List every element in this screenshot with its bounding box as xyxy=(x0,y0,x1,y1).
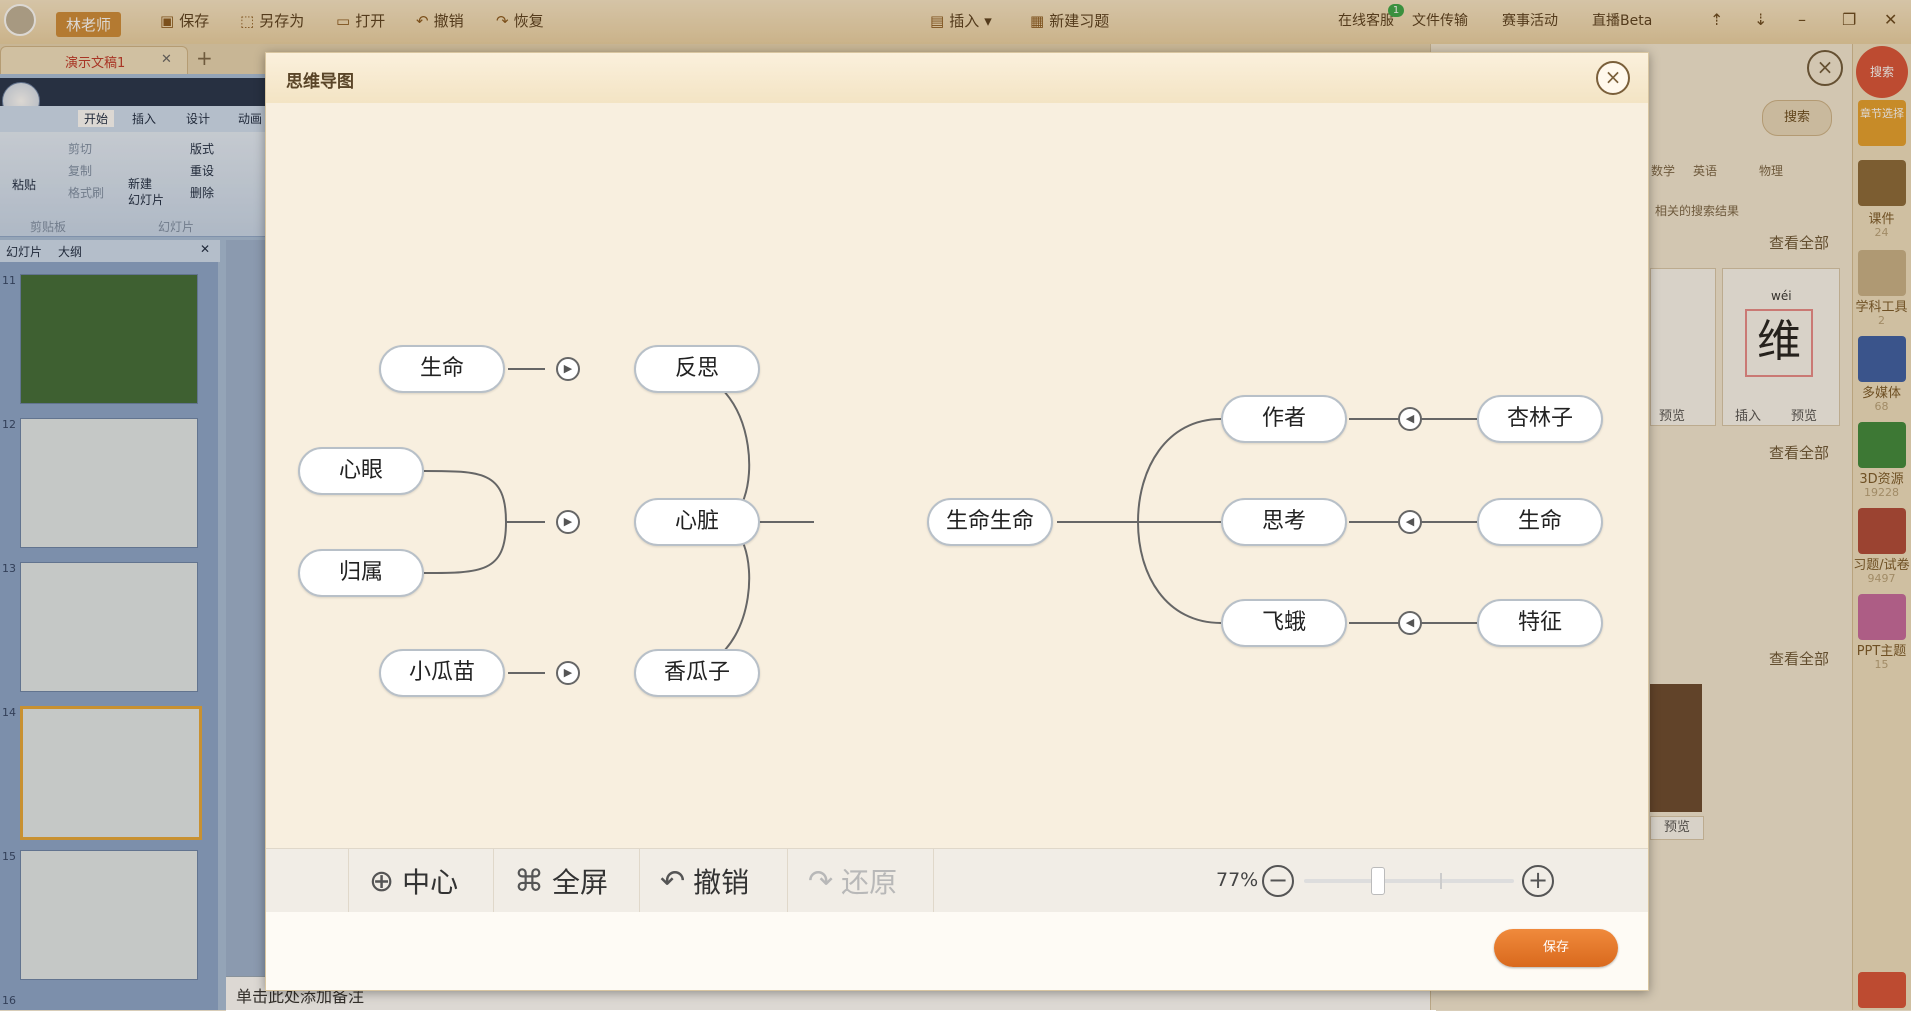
leaf-node[interactable]: 杏林子 xyxy=(1477,395,1603,443)
zoom-in-icon[interactable]: + xyxy=(1522,865,1554,897)
redo-button[interactable]: ↷ 还原 xyxy=(788,849,934,913)
save-mindmap-button[interactable]: 保存 xyxy=(1494,929,1618,967)
branch-node[interactable]: 作者 xyxy=(1221,395,1347,443)
leaf-node[interactable]: 归属 xyxy=(298,549,424,597)
branch-node[interactable]: 香瓜子 xyxy=(634,649,760,697)
dialog-title: 思维导图 xyxy=(286,72,354,92)
collapse-toggle-icon[interactable]: ▶ xyxy=(556,510,580,534)
collapse-toggle-icon[interactable]: ◀ xyxy=(1398,510,1422,534)
fullscreen-icon: ⌘ xyxy=(514,863,544,899)
collapse-toggle-icon[interactable]: ▶ xyxy=(556,661,580,685)
root-node[interactable]: 生命生命 xyxy=(927,498,1053,546)
redo-icon: ↷ xyxy=(808,863,834,899)
branch-node[interactable]: 飞蛾 xyxy=(1221,599,1347,647)
mindmap-canvas[interactable]: 生命生命 反思 心脏 香瓜子 ▶ ▶ ▶ 生命 心眼 归属 小瓜苗 作者 思考 … xyxy=(266,103,1648,848)
leaf-node[interactable]: 特征 xyxy=(1477,599,1603,647)
leaf-node[interactable]: 生命 xyxy=(1477,498,1603,546)
mindmap-dialog: 思维导图 × 生命生命 反思 心脏 香瓜子 ▶ ▶ ▶ 生命 心眼 归属 小瓜苗… xyxy=(265,52,1649,991)
collapse-toggle-icon[interactable]: ▶ xyxy=(556,357,580,381)
branch-node[interactable]: 思考 xyxy=(1221,498,1347,546)
link-heart-eye xyxy=(423,470,507,523)
branch-node[interactable]: 心脏 xyxy=(634,498,760,546)
zoom-slider-track[interactable] xyxy=(1304,879,1514,883)
leaf-node[interactable]: 心眼 xyxy=(298,447,424,495)
link-heart-belong xyxy=(423,521,507,574)
mindmap-links xyxy=(423,368,1477,674)
zoom-slider-handle[interactable] xyxy=(1370,867,1385,895)
leaf-node[interactable]: 小瓜苗 xyxy=(379,649,505,697)
undo-icon: ↶ xyxy=(660,863,686,899)
collapse-toggle-icon[interactable]: ◀ xyxy=(1398,407,1422,431)
crosshair-icon: ⊕ xyxy=(369,863,395,899)
link-root-moth xyxy=(1137,521,1222,624)
undo-button[interactable]: ↶ 撤销 xyxy=(640,849,788,913)
leaf-node[interactable]: 生命 xyxy=(379,345,505,393)
zoom-level: 77% xyxy=(1216,869,1259,891)
dialog-header: 思维导图 × xyxy=(266,53,1648,104)
mindmap-toolbar: ⊕ 中心 ⌘ 全屏 ↶ 撤销 ↷ 还原 77% − + xyxy=(266,848,1648,914)
zoom-out-icon[interactable]: − xyxy=(1262,865,1294,897)
collapse-toggle-icon[interactable]: ◀ xyxy=(1398,611,1422,635)
link-root-author xyxy=(1137,418,1222,523)
center-button[interactable]: ⊕ 中心 xyxy=(348,849,494,913)
dialog-footer xyxy=(266,912,1648,990)
fullscreen-button[interactable]: ⌘ 全屏 xyxy=(494,849,640,913)
zoom-slider-tick xyxy=(1440,873,1442,889)
branch-node[interactable]: 反思 xyxy=(634,345,760,393)
close-icon[interactable]: × xyxy=(1596,61,1630,95)
